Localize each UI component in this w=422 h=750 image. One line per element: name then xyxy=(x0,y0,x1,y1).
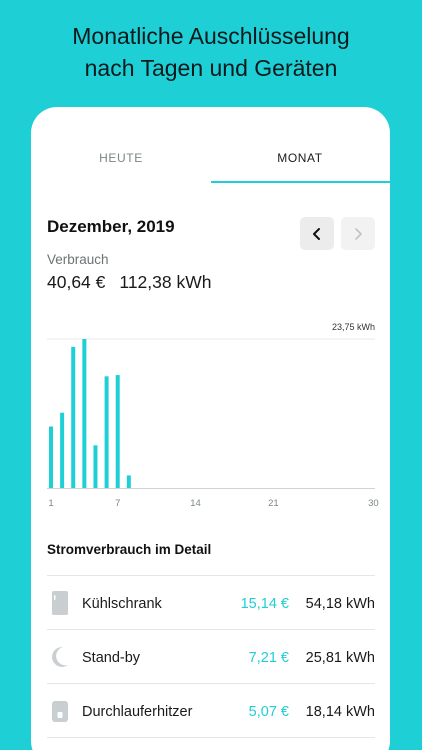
chart-bar xyxy=(93,445,98,488)
device-row-kuehlschrank[interactable]: Kühlschrank 15,14 € 54,18 kWh xyxy=(47,575,375,629)
device-list: Kühlschrank 15,14 € 54,18 kWh Stand-by 7… xyxy=(47,575,375,738)
consumption-totals: 40,64 € 112,38 kWh xyxy=(47,272,211,293)
chart-x-tick-label: 21 xyxy=(268,498,279,509)
consumption-energy: 112,38 kWh xyxy=(119,272,212,292)
detail-section-title: Stromverbrauch im Detail xyxy=(47,542,212,557)
headline: Monatliche Auschlüsselung nach Tagen und… xyxy=(0,20,422,84)
daily-consumption-chart: 23,75 kWh 1 7 14 21 30 xyxy=(31,307,390,517)
chart-bar xyxy=(49,426,53,488)
chart-bar xyxy=(115,375,120,488)
device-energy: 25,81 kWh xyxy=(305,650,375,666)
chart-bar xyxy=(126,475,131,488)
device-name: Stand-by xyxy=(82,650,141,666)
device-name: Durchlauferhitzer xyxy=(82,704,193,720)
chart-bar xyxy=(82,339,87,488)
chart-x-tick-label: 7 xyxy=(115,498,120,509)
chart-bar xyxy=(60,412,65,488)
consumption-label: Verbrauch xyxy=(47,252,109,267)
device-name: Kühlschrank xyxy=(82,596,162,612)
active-tab-indicator xyxy=(211,181,390,183)
device-energy: 18,14 kWh xyxy=(305,704,375,720)
previous-month-button[interactable] xyxy=(300,217,334,250)
chart-bar xyxy=(71,346,76,488)
app-screen: HEUTE MONAT Dezember, 2019 Verbrauch 40,… xyxy=(31,107,390,750)
device-cost: 7,21 € xyxy=(248,650,289,666)
headline-line-2: nach Tagen und Geräten xyxy=(84,55,338,81)
chart-x-tick-label: 30 xyxy=(368,498,379,509)
chart-x-tick-label: 14 xyxy=(190,498,201,509)
chart-x-tick-label: 1 xyxy=(48,498,53,509)
moon-icon xyxy=(52,646,68,667)
next-month-button[interactable] xyxy=(341,217,375,250)
fridge-icon xyxy=(52,591,68,615)
tab-heute[interactable]: HEUTE xyxy=(31,151,211,165)
device-row-durchlauferhitzer[interactable]: Durchlauferhitzer 5,07 € 18,14 kWh xyxy=(47,683,375,737)
chart-bar xyxy=(104,376,109,488)
device-cost: 5,07 € xyxy=(248,704,289,720)
consumption-cost: 40,64 € xyxy=(47,272,106,292)
device-cost: 15,14 € xyxy=(240,596,289,612)
tab-bar: HEUTE MONAT xyxy=(31,107,390,184)
water-heater-icon xyxy=(52,701,68,722)
tab-monat[interactable]: MONAT xyxy=(210,151,390,165)
chevron-left-icon xyxy=(313,227,320,240)
headline-line-1: Monatliche Auschlüsselung xyxy=(72,23,350,49)
device-energy: 54,18 kWh xyxy=(305,596,375,612)
device-row-standby[interactable]: Stand-by 7,21 € 25,81 kWh xyxy=(47,629,375,683)
chevron-right-icon xyxy=(355,227,362,240)
chart-max-label: 23,75 kWh xyxy=(332,322,375,332)
period-title: Dezember, 2019 xyxy=(47,217,175,236)
bar-chart: 23,75 kWh 1 7 14 21 30 xyxy=(47,322,379,509)
device-list-end-divider xyxy=(47,737,375,738)
